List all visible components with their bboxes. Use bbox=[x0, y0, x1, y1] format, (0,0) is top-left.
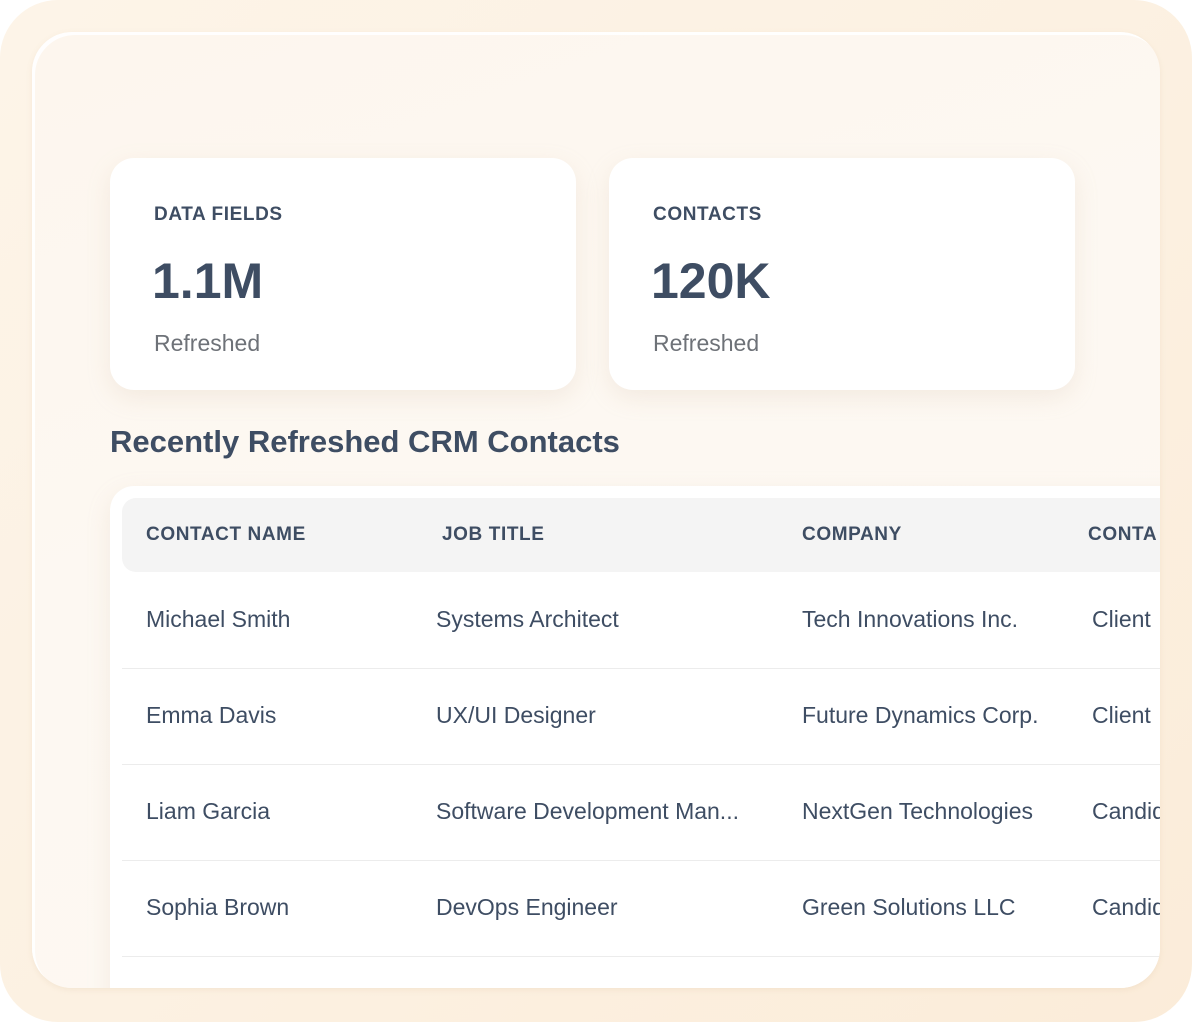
cell-contact-type: Client bbox=[1092, 702, 1151, 728]
column-header-job-title[interactable]: JOB TITLE bbox=[442, 524, 772, 546]
table-row[interactable]: Michael Smith Systems Architect Tech Inn… bbox=[122, 572, 1160, 669]
cell-contact-type: Candid bbox=[1092, 798, 1160, 824]
stat-card-contacts: CONTACTS 120K Refreshed bbox=[609, 158, 1075, 390]
contacts-table: CONTACT NAME JOB TITLE COMPANY CONTA Mic… bbox=[110, 486, 1160, 988]
outer-frame: DATA FIELDS 1.1M Refreshed CONTACTS 120K… bbox=[0, 0, 1192, 1022]
cell-job-title: Systems Architect bbox=[436, 606, 619, 632]
section-title: Recently Refreshed CRM Contacts bbox=[110, 424, 620, 459]
stat-value: 120K bbox=[651, 253, 771, 309]
cell-company: NextGen Technologies bbox=[802, 798, 1033, 824]
cell-job-title: UX/UI Designer bbox=[436, 702, 596, 728]
cell-contact-name: Liam Garcia bbox=[146, 798, 270, 824]
column-header-contact-name[interactable]: CONTACT NAME bbox=[146, 524, 306, 546]
column-header-company[interactable]: COMPANY bbox=[802, 524, 902, 546]
table-row[interactable]: Emma Davis UX/UI Designer Future Dynamic… bbox=[122, 668, 1160, 765]
cell-contact-name: Emma Davis bbox=[146, 702, 277, 728]
cell-contact-name: Michael Smith bbox=[146, 606, 291, 632]
table-row[interactable]: Sophia Brown DevOps Engineer Green Solut… bbox=[122, 860, 1160, 957]
table-row[interactable]: Liam Garcia Software Development Man... … bbox=[122, 764, 1160, 861]
stat-status: Refreshed bbox=[154, 330, 261, 356]
stat-value: 1.1M bbox=[152, 253, 264, 309]
column-header-contact-type[interactable]: CONTA bbox=[1088, 524, 1157, 546]
cell-contact-type: Candid bbox=[1092, 894, 1160, 920]
stat-label: CONTACTS bbox=[653, 204, 762, 225]
cell-job-title: DevOps Engineer bbox=[436, 894, 618, 920]
cell-company: Green Solutions LLC bbox=[802, 894, 1016, 920]
cell-job-title: Software Development Man... bbox=[436, 798, 739, 824]
cell-contact-type: Client bbox=[1092, 606, 1151, 632]
cell-contact-name: Sophia Brown bbox=[146, 894, 290, 920]
cell-company: Tech Innovations Inc. bbox=[802, 606, 1019, 632]
cell-company: Future Dynamics Corp. bbox=[802, 702, 1039, 728]
table-header: CONTACT NAME JOB TITLE COMPANY CONTA bbox=[122, 498, 1160, 572]
stat-status: Refreshed bbox=[653, 330, 760, 356]
stat-label: DATA FIELDS bbox=[154, 204, 283, 225]
dashboard-panel: DATA FIELDS 1.1M Refreshed CONTACTS 120K… bbox=[32, 32, 1160, 988]
stat-card-data-fields: DATA FIELDS 1.1M Refreshed bbox=[110, 158, 576, 390]
